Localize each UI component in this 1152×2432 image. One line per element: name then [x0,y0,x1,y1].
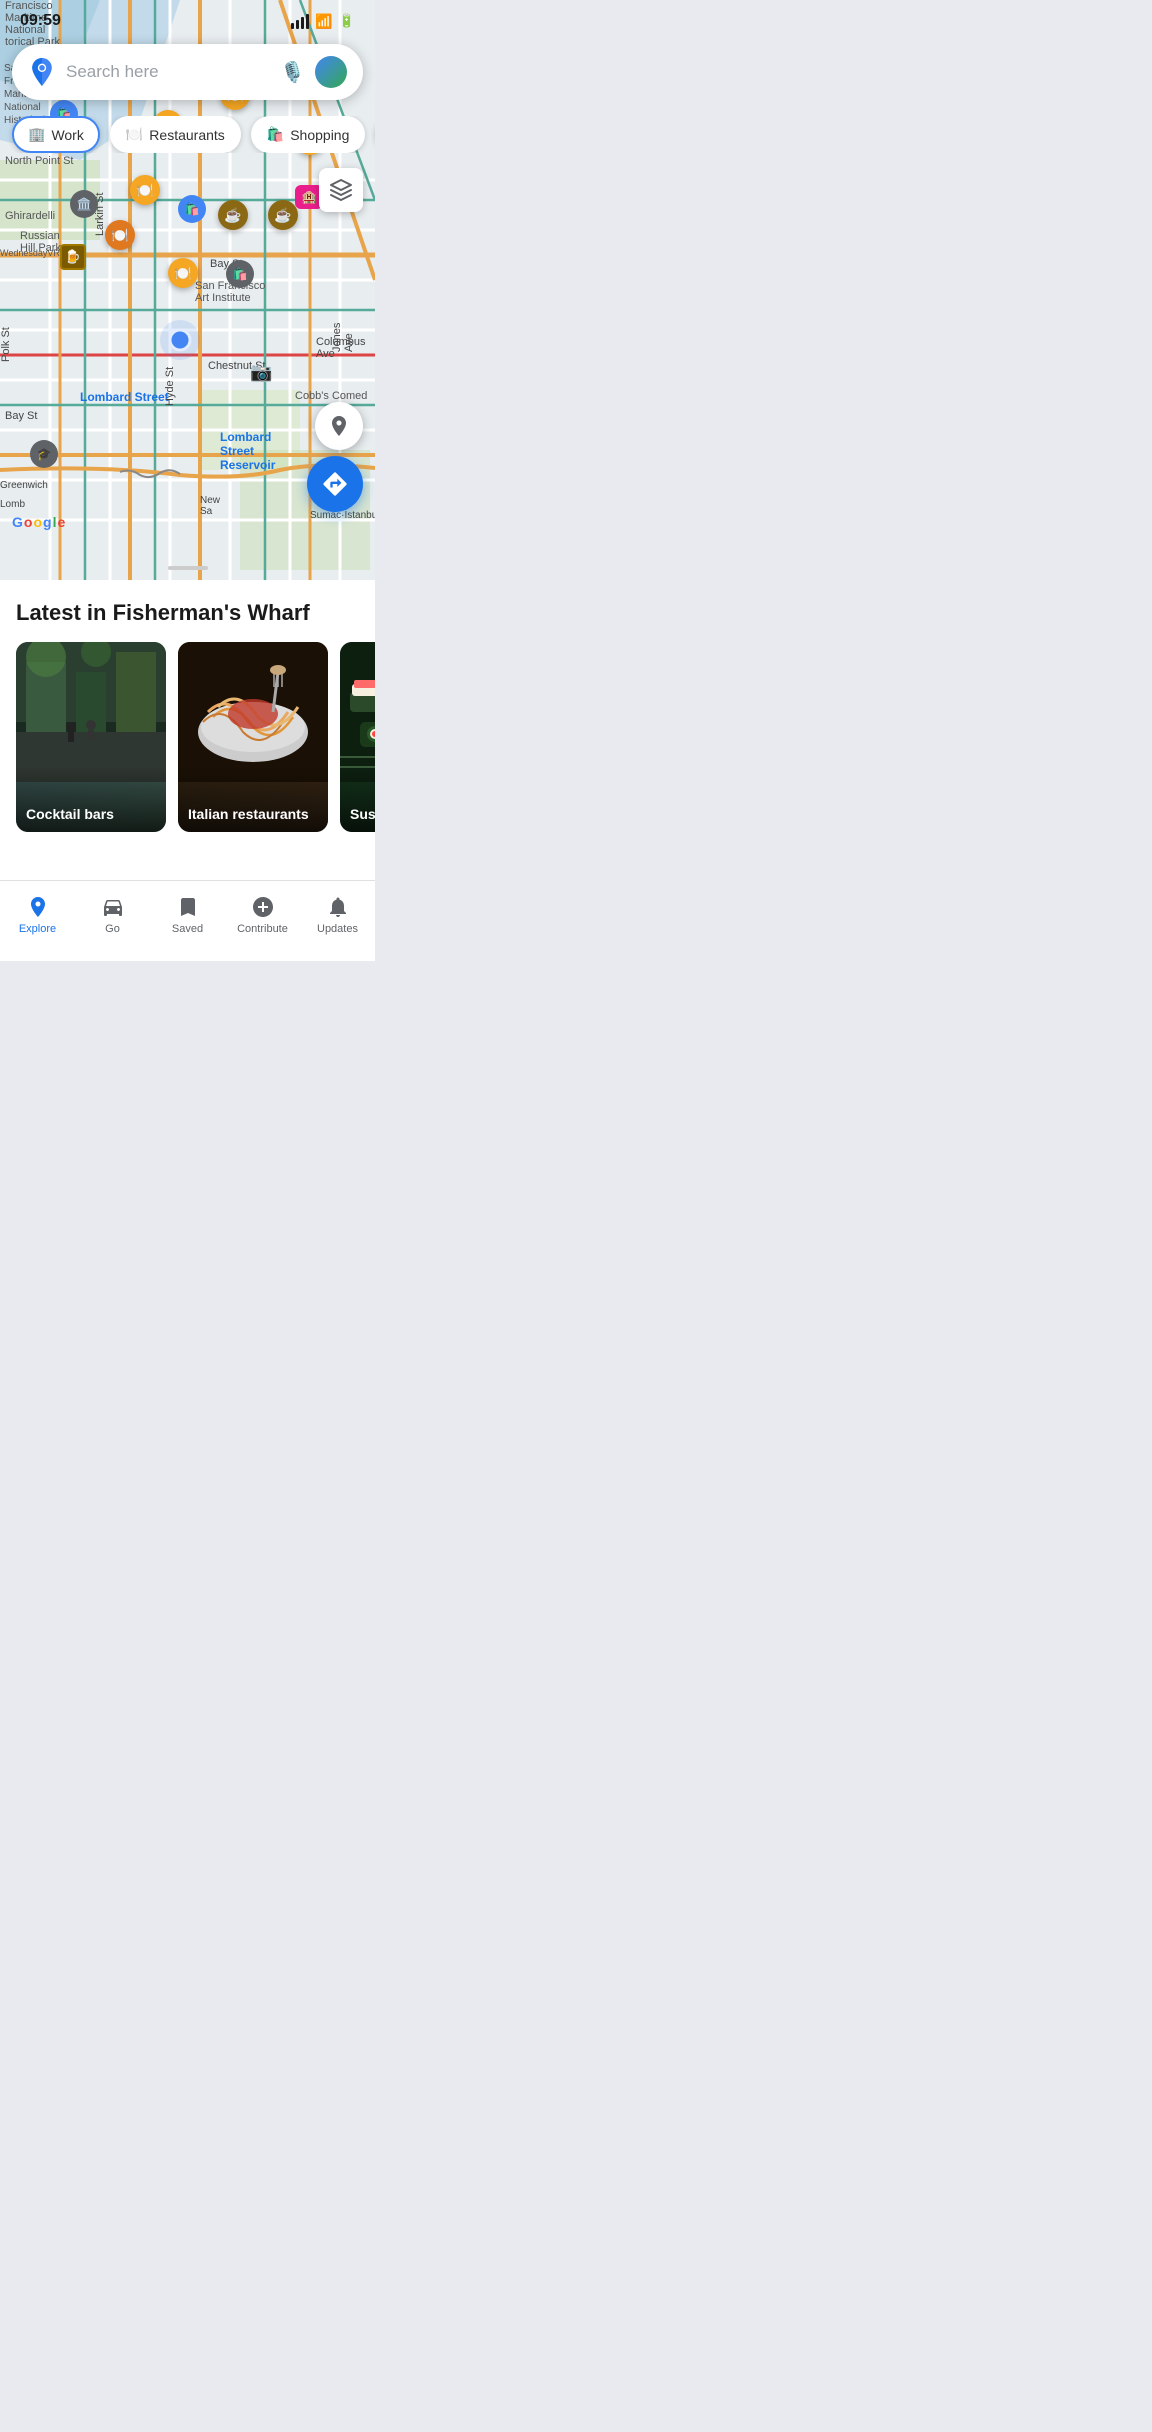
card-cocktail-bars[interactable]: Cocktail bars [16,642,166,832]
signal-bars-icon [291,14,309,29]
shopping-icon: 🛍️ [267,126,284,143]
nav-item-go[interactable]: Go [75,889,150,941]
go-icon [101,895,125,919]
directions-button[interactable] [307,456,363,512]
map-road-bay-st2: Bay St [5,410,37,422]
chip-shopping[interactable]: 🛍️ Shopping [251,116,366,153]
chip-restaurants[interactable]: 🍽️ Restaurants [110,116,241,153]
chip-restaurants-label: Restaurants [149,127,224,143]
wifi-icon: 📶 [315,13,332,30]
nav-item-saved[interactable]: Saved [150,889,225,941]
marker-restaurant-4[interactable]: 🍽️ [130,175,160,205]
work-icon: 🏢 [28,126,45,143]
chip-work-label: Work [51,127,83,143]
card-cocktail-bars-image [16,642,166,782]
marker-coffee-2[interactable]: ☕ [268,200,298,230]
marker-museum-1[interactable]: 🏛️ [70,190,98,218]
map-label-lombard-reservoir: LombardStreetReservoir [220,430,275,472]
map-label-cobbs: Cobb's Comed [295,390,367,402]
card-italian-restaurants[interactable]: Italian restaurants [178,642,328,832]
card-cocktail-bars-label: Cocktail bars [16,766,166,832]
status-time: 09:59 [20,12,61,30]
map-label-north-point: North Point St [5,155,73,167]
map-road-jones: Jones Ave [331,320,355,352]
saved-icon [176,895,200,919]
map-layers-button[interactable] [319,168,363,212]
marker-shopping-1[interactable]: 🛍️ [178,195,206,223]
explore-icon [26,895,50,919]
card-sushi-restaurants-image [340,642,375,782]
marker-camera-2[interactable]: 📷 [250,362,272,383]
cards-row: Cocktail bars [0,642,375,852]
card-sushi-restaurants[interactable]: Sushi restaurants [340,642,375,832]
marker-bar[interactable]: 🍺 [60,244,86,270]
marker-restaurant-6[interactable]: 🍽️ [168,258,198,288]
map-label-wednesdayvr: WednesdayVR [0,248,60,258]
nav-label-explore: Explore [19,923,56,935]
bottom-panel: Latest in Fisherman's Wharf [0,580,375,880]
status-icons: 📶 🔋 [291,13,355,30]
marker-restaurant-5[interactable]: 🍽️ [105,220,135,250]
updates-icon [326,895,350,919]
map-road-polk: Polk St [0,327,12,362]
my-location-button[interactable] [315,402,363,450]
maps-logo-icon [28,58,56,86]
battery-icon: 🔋 [339,13,355,29]
panel-drag-handle [168,566,208,570]
card-italian-restaurants-label: Italian restaurants [178,766,328,832]
nav-item-contribute[interactable]: Contribute [225,889,300,941]
card-italian-restaurants-image [178,642,328,782]
nav-item-explore[interactable]: Explore [0,889,75,941]
bottom-navigation: Explore Go Saved Contribute Updates [0,880,375,961]
restaurants-icon: 🍽️ [126,126,143,143]
search-bar[interactable]: Search here 🎙️ [12,44,363,100]
voice-search-icon[interactable]: 🎙️ [280,60,305,85]
marker-coffee-1[interactable]: ☕ [218,200,248,230]
card-sushi-restaurants-label: Sushi restaurants [340,766,375,832]
category-chips-row: 🏢 Work 🍽️ Restaurants 🛍️ Shopping ☕ Coff… [0,116,375,153]
map-road-hyde: Hyde St [164,367,176,406]
marker-museum-2[interactable]: 🎓 [30,440,58,468]
google-logo: G o o g l e [12,514,65,530]
map-road-lomb: Lomb [0,499,25,510]
nav-label-go: Go [105,923,120,935]
user-avatar[interactable] [315,56,347,88]
map-label-greenwich: Greenwich [0,480,48,491]
marker-shopping-2[interactable]: 🛍️ [226,260,254,288]
map-label-new-sa: NewSa [200,495,220,517]
map-label-lombard: Lombard Street [80,390,169,404]
nav-label-saved: Saved [172,923,203,935]
map-label-sumac: Sumac·İstanbul [310,510,375,521]
nav-label-contribute: Contribute [237,923,288,935]
status-bar: 09:59 📶 🔋 [0,0,375,38]
panel-title: Latest in Fisherman's Wharf [0,600,375,642]
nav-label-updates: Updates [317,923,358,935]
map-area[interactable]: The Buena Vista RussianHill Park San Fra… [0,0,375,580]
search-placeholder: Search here [66,62,270,82]
map-label-ghirardelli: Ghirardelli [5,210,55,222]
nav-item-updates[interactable]: Updates [300,889,375,941]
chip-work[interactable]: 🏢 Work [12,116,100,153]
chip-shopping-label: Shopping [290,127,349,143]
contribute-icon [251,895,275,919]
